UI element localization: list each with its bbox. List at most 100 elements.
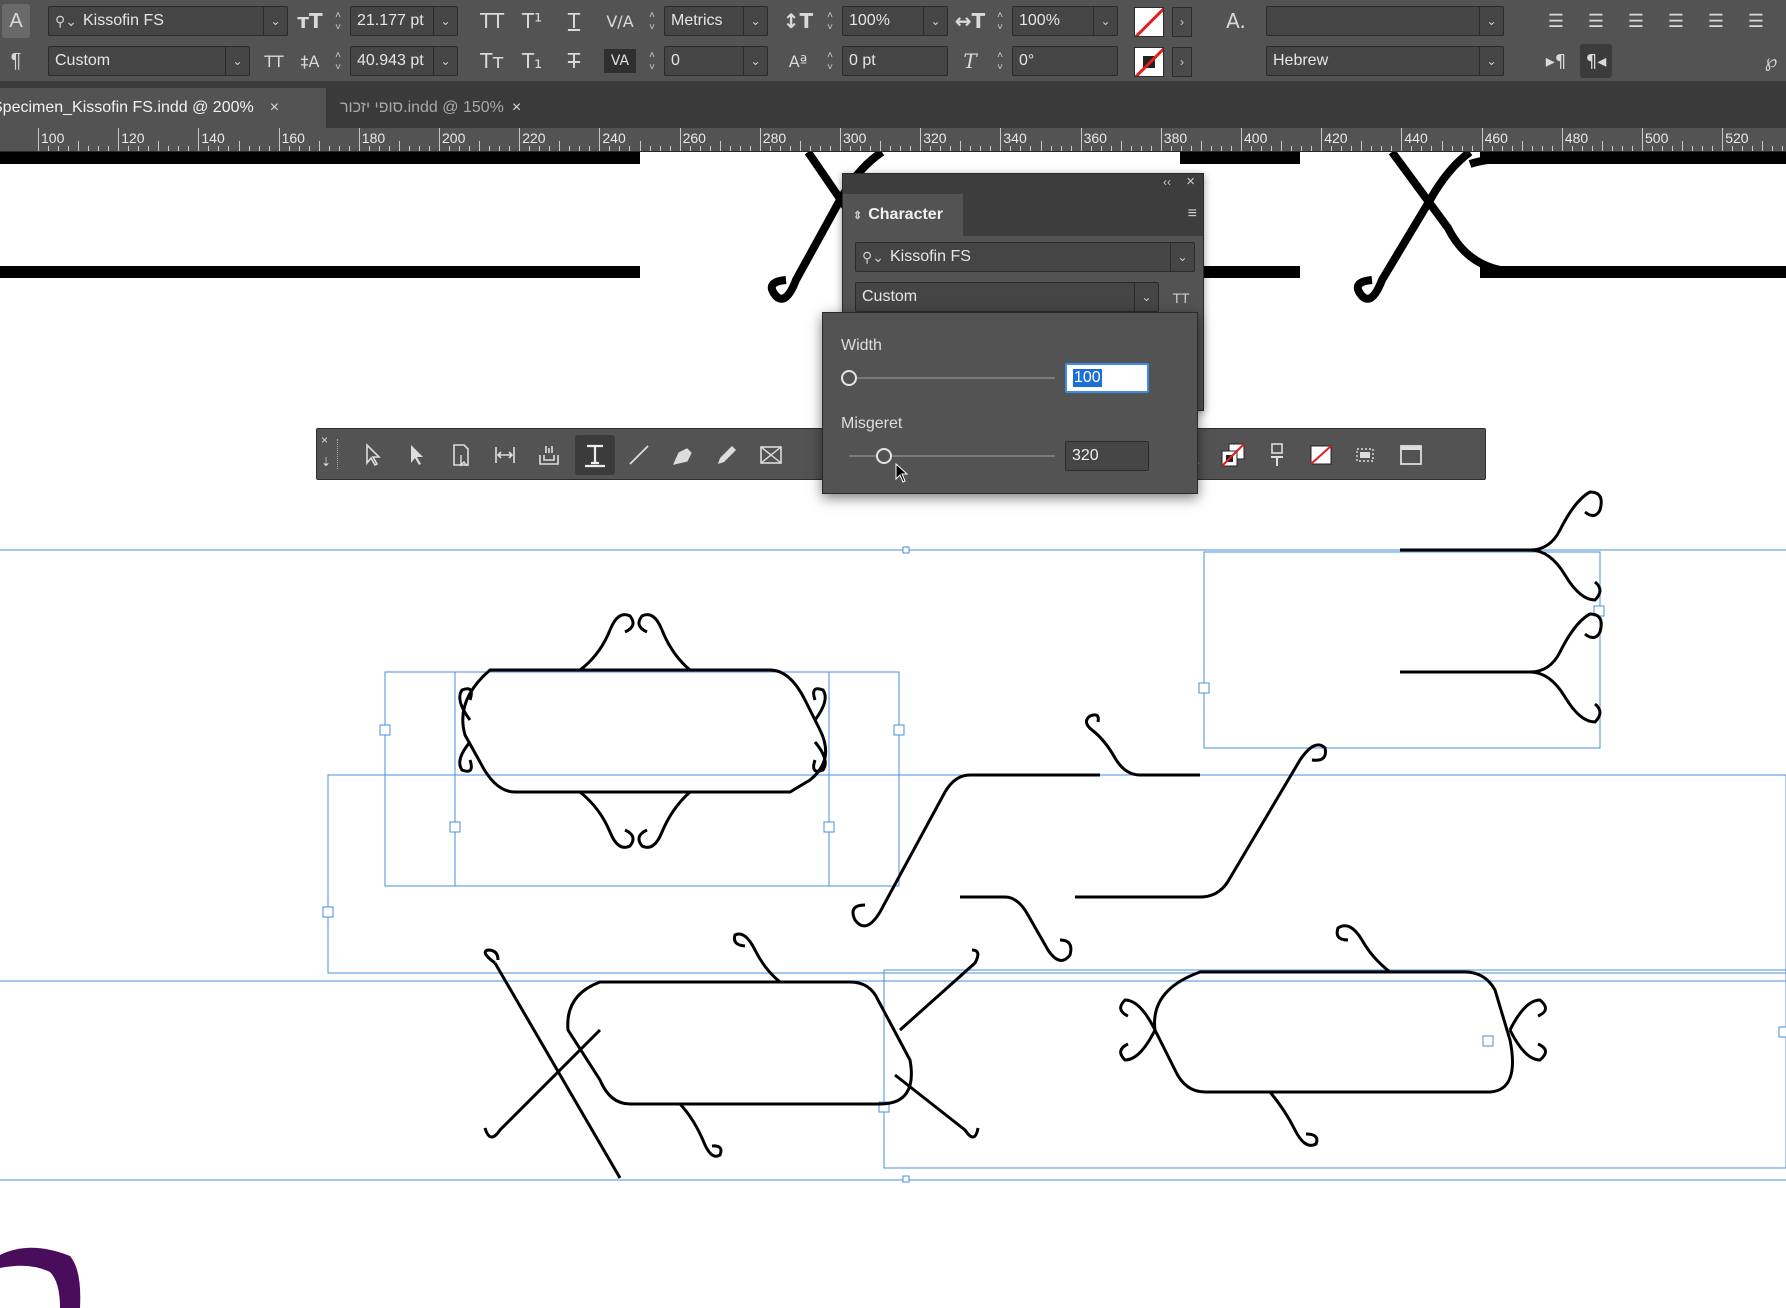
justify-center-icon[interactable]: ☰ (1700, 4, 1732, 38)
character-formatting-mode-button[interactable]: A (2, 4, 30, 38)
direct-selection-tool[interactable] (397, 435, 437, 475)
character-style-dropdown[interactable]: ⌄ (1266, 6, 1504, 36)
ruler-minor-tick (1672, 146, 1674, 151)
stroke-none-swatch[interactable] (1134, 47, 1164, 77)
font-family-dropdown[interactable]: ⚲⌄ Kissofin FS ⌄ (48, 6, 288, 36)
font-size-stepper[interactable]: ˄ ˅ (328, 7, 348, 37)
small-caps-icon[interactable]: Tт (476, 44, 508, 78)
ruler-minor-tick (699, 146, 701, 151)
ruler-label: 200 (442, 130, 466, 146)
close-icon[interactable]: × (321, 433, 328, 447)
tab-second-document[interactable]: סופי יזכור.indd @ 150% × (340, 88, 570, 128)
tracking-dropdown[interactable]: 0 ⌄ (664, 46, 768, 76)
paragraph-formatting-mode-button[interactable]: ¶ (2, 44, 30, 78)
glyph-options-icon[interactable]: ℘ (1756, 44, 1786, 78)
close-icon[interactable]: × (270, 99, 279, 117)
collapse-icon[interactable]: ⇣ (321, 455, 331, 469)
width-slider-track[interactable] (849, 377, 1055, 379)
chevron-down-icon[interactable]: ⌄ (433, 47, 457, 75)
apply-none[interactable] (1301, 435, 1341, 475)
align-center-icon[interactable]: ☰ (1580, 4, 1612, 38)
chevron-down-icon[interactable]: ⌄ (1093, 7, 1117, 35)
chevron-down-icon[interactable]: ⌄ (743, 7, 767, 35)
fill-stroke-swatch[interactable] (1213, 435, 1253, 475)
ltr-paragraph-icon[interactable]: ▸¶ (1540, 44, 1572, 78)
panel-title-strip[interactable]: ‹‹ × (843, 173, 1203, 194)
leading-field[interactable]: 40.943 pt ⌄ (350, 46, 458, 76)
formatting-affects-container[interactable] (1257, 435, 1297, 475)
tab-specimen-document[interactable]: Specimen_Kissofin FS.indd @ 200% × (0, 88, 326, 128)
rectangle-frame-tool[interactable] (751, 435, 791, 475)
line-tool[interactable] (619, 435, 659, 475)
panel-font-style-dropdown[interactable]: Custom ⌄ (855, 282, 1159, 312)
gap-icon (495, 447, 515, 463)
width-slider-knob[interactable] (841, 370, 857, 386)
chevron-down-icon[interactable]: ⌄ (1479, 47, 1503, 75)
justify-left-icon[interactable]: ☰ (1660, 4, 1692, 38)
baseline-shift-field[interactable]: 0 pt (842, 46, 948, 76)
misgeret-value-field[interactable]: 320 (1065, 441, 1149, 471)
language-dropdown[interactable]: Hebrew ⌄ (1266, 46, 1504, 76)
chevron-down-icon[interactable]: ⌄ (923, 7, 947, 35)
vertical-scale-field[interactable]: 100% ⌄ (842, 6, 948, 36)
superscript-icon[interactable]: T¹ (516, 4, 548, 38)
control-bar: A ⚲⌄ Kissofin FS ⌄ тT ˄ ˅ 21.177 pt ⌄ TT … (0, 0, 1786, 82)
font-style-dropdown[interactable]: Custom ⌄ (48, 46, 250, 76)
skew-stepper[interactable]: ˄ ˅ (990, 47, 1010, 77)
selection-tool[interactable] (353, 435, 393, 475)
panel-grip[interactable] (337, 439, 339, 469)
close-icon[interactable]: × (512, 99, 521, 117)
kerning-stepper[interactable]: ˄ ˅ (642, 7, 662, 37)
ruler-major-tick (1401, 128, 1403, 151)
subscript-icon[interactable]: T₁ (516, 44, 548, 78)
vertical-scale-stepper[interactable]: ˄ ˅ (820, 7, 840, 37)
strikethrough-icon[interactable]: T (558, 44, 590, 78)
horizontal-scale-stepper[interactable]: ˄ ˅ (990, 7, 1010, 37)
width-value-field[interactable]: 100 (1065, 363, 1149, 393)
tab-character[interactable]: ⇕ Character (843, 194, 963, 236)
pencil-tool[interactable] (707, 435, 747, 475)
chevron-down-icon[interactable]: ⌄ (743, 47, 767, 75)
close-icon[interactable]: × (1186, 173, 1195, 190)
chevron-down-icon[interactable]: ⌄ (1170, 243, 1194, 271)
horizontal-scale-field[interactable]: 100% ⌄ (1012, 6, 1118, 36)
misgeret-slider-knob[interactable] (876, 448, 893, 464)
horizontal-ruler[interactable]: 100 120 140 160 180 200 220 240 260 280 300 320 340 3… (0, 128, 1786, 152)
page-tool[interactable] (441, 435, 481, 475)
ruler-minor-tick (1281, 141, 1283, 151)
content-collector-tool[interactable] (529, 435, 569, 475)
chevron-down-icon[interactable]: ⌄ (433, 7, 457, 35)
screen-mode[interactable] (1391, 435, 1431, 475)
all-caps-icon[interactable]: TT (476, 4, 508, 38)
collapse-panel-icon[interactable]: ‹‹ (1163, 175, 1171, 189)
baseline-shift-stepper[interactable]: ˄ ˅ (820, 47, 840, 77)
font-size-field[interactable]: 21.177 pt ⌄ (350, 6, 458, 36)
chevron-down-icon[interactable]: ⌄ (1479, 7, 1503, 35)
gap-tool[interactable] (485, 435, 525, 475)
type-tool[interactable] (575, 435, 615, 475)
underline-icon[interactable]: T (558, 4, 590, 38)
skew-field[interactable]: 0° (1012, 46, 1118, 76)
chevron-down-icon[interactable]: ⌄ (263, 7, 287, 35)
panel-font-family-dropdown[interactable]: ⚲⌄ Kissofin FS ⌄ (855, 242, 1195, 272)
chevron-down-icon[interactable]: ⌄ (1134, 283, 1158, 311)
variable-font-axes-icon[interactable]: TT (1167, 284, 1195, 312)
fill-swatch-arrow[interactable]: › (1172, 7, 1192, 37)
ruler-minor-tick (459, 146, 461, 151)
panel-menu-icon[interactable]: ≡ (1188, 205, 1197, 223)
rtl-paragraph-icon[interactable]: ¶◂ (1580, 44, 1612, 78)
kerning-dropdown[interactable]: Metrics ⌄ (664, 6, 768, 36)
chevron-down-icon[interactable]: ⌄ (225, 47, 249, 75)
fill-none-swatch[interactable] (1134, 7, 1164, 37)
preview-mode[interactable] (1345, 435, 1385, 475)
justify-all-icon[interactable]: ☰ (1740, 4, 1772, 38)
stroke-swatch-arrow[interactable]: › (1172, 47, 1192, 77)
align-left-icon[interactable]: ☰ (1540, 4, 1572, 38)
ruler-minor-tick (208, 146, 210, 151)
pen-tool[interactable] (663, 435, 703, 475)
align-right-icon[interactable]: ☰ (1620, 4, 1652, 38)
tracking-stepper[interactable]: ˄ ˅ (642, 47, 662, 77)
ornament-frame-3 (483, 932, 980, 1179)
leading-stepper[interactable]: ˄ ˅ (328, 47, 348, 77)
variable-font-icon[interactable]: TT (260, 44, 288, 78)
